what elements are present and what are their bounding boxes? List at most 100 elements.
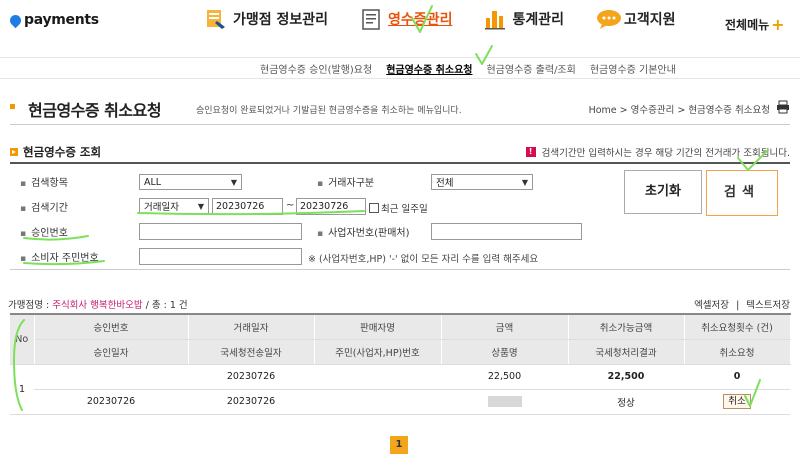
main-navigation: 가맹점 정보관리 영수증관리 통계관리 고객지원	[205, 8, 708, 30]
table-header-row: 승인일자 국세청전송일자 주민(사업자,HP)번호 상품명 국세청처리결과 취소…	[10, 339, 791, 365]
column-header: 금액	[441, 313, 569, 340]
recent-week-checkbox[interactable]	[369, 203, 379, 213]
consumer-id-input[interactable]	[139, 248, 302, 265]
cancelable-amount-cell: 22,500	[568, 364, 684, 390]
table-header-row: No 승인번호 거래일자 판매자명 금액 취소가능금액 취소요청횟수 (건)	[10, 313, 791, 365]
search-item-select[interactable]: ALL ▼	[139, 174, 242, 190]
cancel-count-cell: 0	[684, 364, 790, 390]
bar-chart-icon	[484, 8, 506, 30]
all-menu-label: 전체메뉴	[725, 18, 770, 32]
column-header: 주민(사업자,HP)번호	[314, 339, 442, 365]
search-note: ! 검색기간만 입력하시는 경우 해당 기간의 전거래가 조회됩니다.	[525, 145, 790, 159]
search-row-bizno: 사업자번호(판매처)	[317, 222, 409, 240]
date-from-input[interactable]: 20230726	[212, 198, 283, 215]
gnb-label: 영수증관리	[388, 12, 453, 28]
subnav-item-print-lookup[interactable]: 현금영수증 출력/조회	[486, 61, 575, 76]
column-header: 취소요청	[684, 339, 791, 365]
date-to-input[interactable]: 20230726	[296, 198, 366, 215]
search-note-text: 검색기간만 입력하시는 경우 해당 기간의 전거래가 조회됩니다.	[541, 148, 790, 159]
printer-icon[interactable]	[776, 100, 790, 114]
gnb-item-merchant-info[interactable]: 가맹점 정보관리	[205, 8, 328, 30]
approval-date-cell: 20230726	[34, 389, 188, 415]
amount-cell: 22,500	[441, 364, 568, 390]
recent-week-option[interactable]: 최근 일주일	[369, 201, 428, 215]
business-number-input[interactable]	[431, 223, 582, 240]
search-row-period: 검색기간	[20, 197, 68, 215]
total-count: / 총 : 1 건	[142, 300, 188, 311]
column-header: 승인번호	[34, 313, 189, 340]
gnb-item-receipt[interactable]: 영수증관리	[360, 8, 452, 30]
business-number-label: 사업자번호(판매처)	[317, 224, 409, 239]
brand-name: payments	[24, 12, 99, 28]
party-type-label: 거래자구분	[317, 174, 374, 189]
search-form: 검색항목 ALL ▼ 거래자구분 전체 ▼ 검색기간 거래일자 ▼ 202307…	[10, 162, 790, 270]
excel-save-link[interactable]: 엑셀저장	[694, 300, 729, 311]
plus-icon: +	[771, 14, 785, 34]
party-type-select[interactable]: 전체 ▼	[431, 174, 533, 190]
text-save-link[interactable]: 텍스트저장	[746, 300, 790, 311]
table-row: 1 20230726 22,500 22,500 0	[10, 364, 790, 415]
search-item-label: 검색항목	[20, 174, 68, 189]
chevron-down-icon: ▼	[230, 177, 237, 187]
search-section-title: 현금영수증 조회	[10, 144, 101, 160]
brand-logo[interactable]: payments	[7, 12, 99, 28]
gnb-item-support[interactable]: 고객지원	[596, 8, 676, 30]
period-type-value: 거래일자	[144, 202, 179, 213]
column-header: 상품명	[441, 339, 569, 365]
gnb-label: 가맹점 정보관리	[233, 12, 329, 28]
recent-week-label: 최근 일주일	[381, 204, 428, 215]
column-header: 국세청전송일자	[188, 339, 315, 365]
trade-date-cell: 20230726	[188, 364, 314, 390]
search-button[interactable]: 검색	[706, 170, 778, 216]
column-header: 취소요청횟수 (건)	[684, 313, 791, 340]
search-row-item: 검색항목	[20, 172, 68, 190]
nts-result-cell: 정상	[568, 389, 684, 415]
search-row-consumer: 소비자 주민번호	[20, 247, 99, 265]
breadcrumb: Home > 영수증관리 > 현금영수증 취소요청	[588, 105, 770, 116]
reset-button[interactable]: 초기화	[624, 170, 702, 214]
nts-send-date-cell: 20230726	[188, 389, 314, 415]
chevron-down-icon: ▼	[197, 201, 204, 211]
section-bullet-icon	[10, 148, 18, 156]
column-header: 승인일자	[34, 339, 189, 365]
title-bullet-icon	[10, 104, 15, 109]
consumer-id-hint: ※ (사업자번호,HP) '-' 없이 모든 자리 수를 입력 해주세요	[308, 254, 539, 265]
search-row-party: 거래자구분	[317, 172, 374, 190]
gnb-label: 통계관리	[512, 12, 564, 28]
subnav-item-basic-guide[interactable]: 현금영수증 기본안내	[590, 61, 676, 76]
cancel-request-cell: 취소	[684, 389, 790, 415]
merchant-info-icon	[205, 8, 227, 30]
product-cell	[441, 389, 568, 415]
chat-bubble-icon	[596, 8, 621, 30]
approval-number-input[interactable]	[139, 223, 302, 240]
pagination-current-page[interactable]: 1	[390, 436, 408, 454]
cancel-button[interactable]: 취소	[723, 394, 751, 409]
column-header: 취소가능금액	[568, 313, 685, 340]
column-header: 국세청처리결과	[568, 339, 685, 365]
sub-navigation: 현금영수증 승인(발행)요청 현금영수증 취소요청 현금영수증 출력/조회 현금…	[0, 57, 800, 79]
gnb-item-statistics[interactable]: 통계관리	[484, 8, 564, 30]
merchant-label: 가맹점명 :	[8, 300, 53, 311]
masked-product-name	[487, 396, 522, 407]
all-menu-button[interactable]: 전체메뉴 +	[725, 16, 785, 33]
title-divider	[10, 124, 790, 125]
exclamation-icon: !	[525, 147, 536, 157]
approval-number-cell	[34, 364, 188, 390]
column-header-no: No	[10, 313, 35, 365]
search-item-value: ALL	[144, 176, 162, 188]
gnb-label: 고객지원	[623, 12, 676, 28]
search-row-approval: 승인번호	[20, 222, 68, 240]
column-header: 거래일자	[188, 313, 315, 340]
seller-cell	[314, 364, 441, 390]
row-number: 1	[10, 364, 34, 415]
result-summary: 가맹점명 : 주식회사 행복한바오밥 / 총 : 1 건	[8, 297, 188, 311]
merchant-name: 주식회사 행복한바오밥	[52, 300, 143, 311]
subnav-item-approval-request[interactable]: 현금영수증 승인(발행)요청	[260, 61, 372, 76]
page-title-row: 현금영수증 취소요청 승인요청이 완료되었거나 기발급된 현금영수증을 취소하는…	[10, 98, 790, 120]
party-type-value: 전체	[436, 178, 454, 189]
approval-number-label: 승인번호	[20, 224, 68, 239]
subnav-item-cancel-request[interactable]: 현금영수증 취소요청	[386, 61, 472, 76]
period-type-select[interactable]: 거래일자 ▼	[139, 198, 209, 214]
logo-mark-icon	[7, 12, 24, 28]
export-separator: |	[736, 300, 740, 311]
